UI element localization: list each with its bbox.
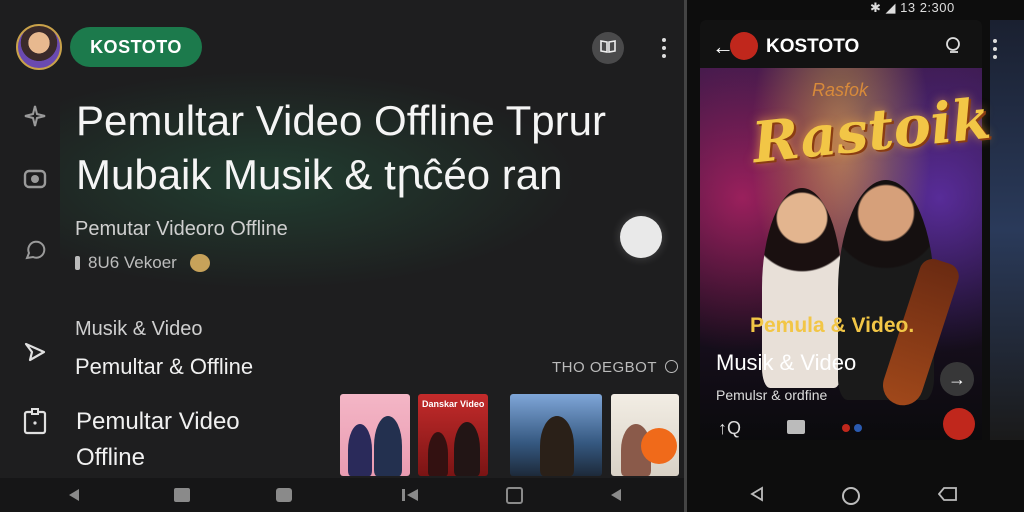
like-icon[interactable]: ↑Q [718,418,741,439]
item-title-line-1: Pemultar Video [76,408,240,435]
more-vertical-icon[interactable] [988,38,1002,60]
record-button[interactable] [641,428,677,464]
thumbnail-3[interactable] [510,394,602,476]
book-icon [600,39,616,58]
back-icon[interactable] [64,486,84,504]
view-count: 8U6 Vekoer [75,253,210,273]
square-icon[interactable] [172,486,192,504]
send-icon[interactable] [20,338,50,368]
section-label: Musik & Video [75,318,203,340]
edit-icon[interactable] [944,36,962,54]
status-time: 13 2:300 [900,0,955,15]
poster-tag: Rasfok [812,80,869,100]
camera-icon[interactable] [20,164,50,194]
sparkle-icon[interactable] [20,102,50,132]
home-icon[interactable] [842,487,860,505]
bottom-nav [0,478,684,512]
thumbnail-1[interactable] [340,394,410,476]
wifi-icon: ✱ ◢ [870,0,901,15]
section-subtitle: Pemultar & Offline [75,354,254,379]
section-stat-text: THO OEGBOT [552,359,657,376]
folder-icon[interactable] [787,420,805,434]
emoji-icon [189,254,210,272]
item-title[interactable]: Pemultar Video Offline [76,404,240,476]
home-icon[interactable] [504,486,524,504]
chat-icon[interactable] [20,236,50,266]
skip-back-icon[interactable] [400,486,420,504]
book-button[interactable] [592,32,624,64]
thumbnail-label: Danskar Video [422,399,485,409]
record-button[interactable] [943,408,975,440]
thumbnail-2[interactable]: Danskar Video [418,394,488,476]
back-icon[interactable] [606,486,626,504]
phone-brand: KOSTOTO [766,36,860,57]
dot-icon [842,424,850,432]
thumbnail-4[interactable] [611,394,679,476]
page-title: Pemultar Video Offline Tprur Mubaik Musi… [76,96,666,200]
video-subtitle: Pemutar Videoro Offline [75,218,288,240]
clipboard-icon[interactable] [20,406,50,436]
more-vertical-icon[interactable] [656,36,672,60]
back-icon[interactable] [750,486,764,507]
title-line-1: Pemultar Video Offline Tprur [76,97,606,144]
poster-caption: Pemula & Video. [750,314,915,337]
channel-logo[interactable] [730,32,758,60]
view-count-text: 8U6 Vekoer [88,253,177,272]
stop-icon[interactable] [274,486,294,504]
arrow-right-icon[interactable]: → [940,362,974,396]
status-bar: ✱ ◢ 13 2:300 [870,0,955,16]
next-card-preview[interactable] [990,20,1024,440]
bar-icon [75,256,80,270]
title-line-2: Mubaik Musik & tꞃĉéo ran [76,151,563,198]
item-title-line-2: Offline [76,444,145,471]
section-stat: THO OEGBOT [552,359,679,376]
clock-icon [665,360,679,373]
dot-icon [854,424,862,432]
avatar[interactable] [16,24,62,70]
brand-pill-button[interactable]: KOSTOTO [70,27,202,67]
phone-video-subtitle: Pemulsr & ordfine [716,387,828,403]
backspace-icon[interactable] [937,486,958,507]
toggle-button[interactable] [620,216,662,258]
phone-video-title: Musik & Video [716,350,857,375]
